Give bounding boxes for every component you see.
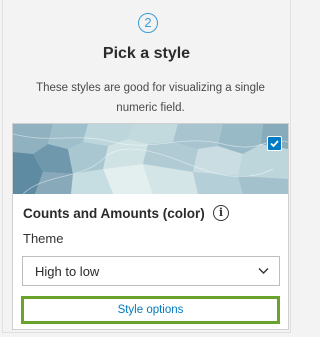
- style-card-counts-and-amounts[interactable]: Counts and Amounts (color) i Theme High …: [12, 123, 289, 330]
- theme-label: Theme: [23, 231, 64, 246]
- style-preview-map[interactable]: [13, 124, 288, 194]
- info-icon[interactable]: i: [213, 205, 229, 221]
- check-icon: [270, 140, 279, 148]
- theme-select[interactable]: High to low: [22, 256, 280, 286]
- pick-style-panel: 2 Pick a style These styles are good for…: [2, 0, 291, 333]
- theme-select-value: High to low: [35, 264, 100, 279]
- style-options-label: Style options: [117, 304, 184, 316]
- chevron-down-icon: [258, 268, 269, 274]
- selected-checkbox[interactable]: [267, 136, 282, 151]
- style-name: Counts and Amounts (color): [23, 206, 205, 221]
- page-title: Pick a style: [102, 45, 191, 62]
- style-options-button[interactable]: Style options: [21, 296, 280, 324]
- step-number-badge: 2: [138, 13, 158, 33]
- step-number: 2: [144, 15, 152, 30]
- page-description: These styles are good for visualizing a …: [36, 82, 265, 114]
